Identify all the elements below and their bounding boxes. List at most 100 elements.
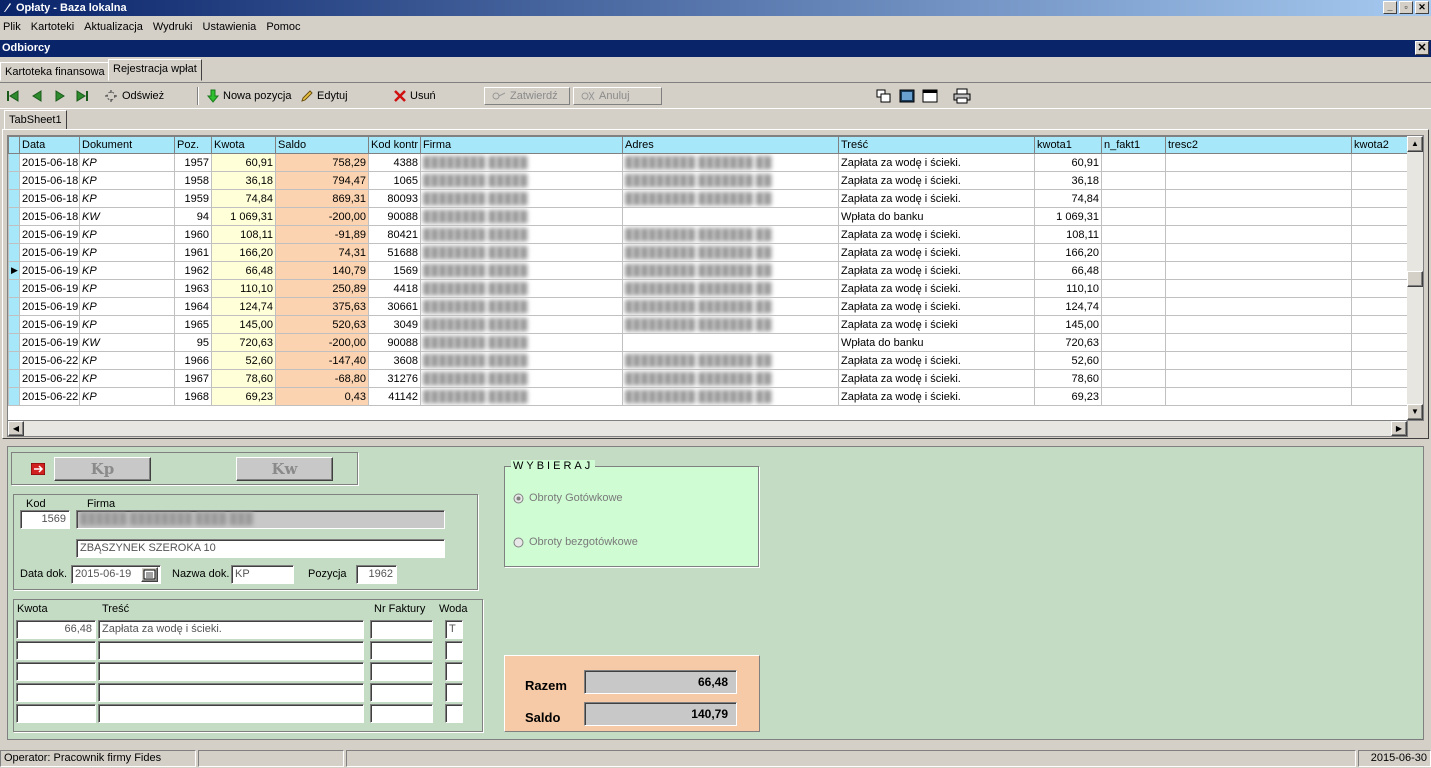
cell-tresc[interactable]: Zapłata za wodę i ścieki.	[838, 351, 1035, 370]
cell-data[interactable]: 2015-06-18	[19, 153, 80, 172]
cell-kwota1[interactable]: 145,00	[1034, 315, 1102, 334]
cell-tresc[interactable]: Wpłata do banku	[838, 333, 1035, 352]
row-indicator[interactable]	[8, 153, 20, 172]
col-header-saldo[interactable]: Saldo	[275, 136, 369, 154]
kp-button[interactable]: Kp	[54, 457, 151, 481]
cell-poz[interactable]: 95	[174, 333, 212, 352]
cell-firma[interactable]: ████████ █████	[420, 333, 623, 352]
cell-tresc[interactable]: Zapłata za wodę i ścieki	[838, 315, 1035, 334]
cell-poz[interactable]: 1957	[174, 153, 212, 172]
cell-adres[interactable]: █████████ ███████ ██	[622, 297, 839, 316]
cell-firma[interactable]: ████████ █████	[420, 225, 623, 244]
close-button[interactable]: ✕	[1415, 1, 1429, 14]
cell-saldo[interactable]: 520,63	[275, 315, 369, 334]
cell-kod-kontr[interactable]: 90088	[368, 207, 421, 226]
cell-adres[interactable]: █████████ ███████ ██	[622, 387, 839, 406]
cell-kwota[interactable]: 36,18	[211, 171, 276, 190]
cell-data[interactable]: 2015-06-18	[19, 171, 80, 190]
row-indicator[interactable]	[8, 171, 20, 190]
line-nr-faktury-field[interactable]	[370, 662, 433, 681]
table-row[interactable]: 2015-06-18 KP 1957 60,91 758,29 4388 ████████ …	[8, 153, 1410, 172]
minimize-button[interactable]: _	[1383, 1, 1397, 14]
row-indicator[interactable]	[8, 333, 20, 352]
row-indicator[interactable]	[8, 225, 20, 244]
cell-firma[interactable]: ████████ █████	[420, 279, 623, 298]
cell-adres[interactable]: █████████ ███████ ██	[622, 351, 839, 370]
cell-saldo[interactable]: -200,00	[275, 207, 369, 226]
table-row[interactable]: 2015-06-22 KP 1968 69,23 0,43 41142 ████████ █…	[8, 387, 1410, 406]
cell-n-fakt1[interactable]	[1101, 171, 1166, 190]
cell-saldo[interactable]: 375,63	[275, 297, 369, 316]
cell-adres[interactable]: █████████ ███████ ██	[622, 243, 839, 262]
row-indicator[interactable]	[8, 351, 20, 370]
cell-kwota2[interactable]	[1351, 261, 1410, 280]
cell-firma[interactable]: ████████ █████	[420, 261, 623, 280]
line-nr-faktury-field[interactable]	[370, 620, 433, 639]
table-row[interactable]: 2015-06-22 KP 1966 52,60 -147,40 3608 ████████…	[8, 351, 1410, 370]
cancel-button[interactable]: Anuluj	[573, 87, 662, 105]
cell-tresc[interactable]: Zapłata za wodę i ścieki.	[838, 225, 1035, 244]
line-woda-field[interactable]	[445, 662, 463, 681]
cell-n-fakt1[interactable]	[1101, 369, 1166, 388]
cell-dokument[interactable]: KP	[79, 315, 175, 334]
cell-n-fakt1[interactable]	[1101, 189, 1166, 208]
child-close-button[interactable]: ✕	[1415, 41, 1429, 55]
cell-data[interactable]: 2015-06-19	[19, 279, 80, 298]
cell-kod-kontr[interactable]: 80421	[368, 225, 421, 244]
cell-kwota2[interactable]	[1351, 315, 1410, 334]
cell-n-fakt1[interactable]	[1101, 243, 1166, 262]
kod-field[interactable]: 1569	[20, 510, 70, 529]
print-button[interactable]	[953, 87, 971, 105]
nav-first-button[interactable]	[6, 87, 20, 105]
cell-adres[interactable]: █████████ ███████ ██	[622, 171, 839, 190]
cell-kwota2[interactable]	[1351, 333, 1410, 352]
cell-firma[interactable]: ████████ █████	[420, 297, 623, 316]
cell-adres[interactable]: █████████ ███████ ██	[622, 369, 839, 388]
cell-adres[interactable]: █████████ ███████ ██	[622, 189, 839, 208]
cell-adres[interactable]	[622, 207, 839, 226]
cell-poz[interactable]: 1961	[174, 243, 212, 262]
cell-firma[interactable]: ████████ █████	[420, 189, 623, 208]
scroll-right-arrow-icon[interactable]: ▶	[1391, 421, 1407, 436]
cell-poz[interactable]: 1966	[174, 351, 212, 370]
col-header-kwota1[interactable]: kwota1	[1034, 136, 1102, 154]
cell-data[interactable]: 2015-06-19	[19, 333, 80, 352]
cell-poz[interactable]: 1967	[174, 369, 212, 388]
cell-tresc2[interactable]	[1165, 171, 1352, 190]
line-kwota-field[interactable]	[16, 704, 96, 723]
cell-saldo[interactable]: 140,79	[275, 261, 369, 280]
scroll-up-arrow-icon[interactable]: ▲	[1407, 136, 1423, 152]
cell-tresc[interactable]: Zapłata za wodę i ścieki.	[838, 297, 1035, 316]
cell-kwota1[interactable]: 74,84	[1034, 189, 1102, 208]
cell-saldo[interactable]: -147,40	[275, 351, 369, 370]
refresh-button[interactable]: Odśwież	[103, 87, 164, 105]
cell-kwota2[interactable]	[1351, 243, 1410, 262]
cell-n-fakt1[interactable]	[1101, 297, 1166, 316]
cell-kwota2[interactable]	[1351, 387, 1410, 406]
table-row[interactable]: 2015-06-19 KP 1963 110,10 250,89 4418 ████████…	[8, 279, 1410, 298]
table-row[interactable]: 2015-06-19 KP 1961 166,20 74,31 51688 ████████…	[8, 243, 1410, 262]
cell-data[interactable]: 2015-06-19	[19, 243, 80, 262]
menu-ustawienia[interactable]: Ustawienia	[200, 17, 261, 37]
cell-kwota[interactable]: 110,10	[211, 279, 276, 298]
cell-tresc[interactable]: Zapłata za wodę i ścieki.	[838, 279, 1035, 298]
line-nr-faktury-field[interactable]	[370, 704, 433, 723]
cell-dokument[interactable]: KP	[79, 351, 175, 370]
cell-kwota[interactable]: 1 069,31	[211, 207, 276, 226]
cell-tresc[interactable]: Zapłata za wodę i ścieki.	[838, 387, 1035, 406]
cell-kwota1[interactable]: 1 069,31	[1034, 207, 1102, 226]
cell-firma[interactable]: ████████ █████	[420, 387, 623, 406]
col-header-poz[interactable]: Poz.	[174, 136, 212, 154]
cell-kwota[interactable]: 145,00	[211, 315, 276, 334]
cell-data[interactable]: 2015-06-19	[19, 297, 80, 316]
table-row[interactable]: ▶ 2015-06-19 KP 1962 66,48 140,79 1569 ████████…	[8, 261, 1410, 280]
row-indicator[interactable]	[8, 315, 20, 334]
cell-kod-kontr[interactable]: 51688	[368, 243, 421, 262]
cell-dokument[interactable]: KP	[79, 261, 175, 280]
cell-dokument[interactable]: KP	[79, 279, 175, 298]
cell-kwota[interactable]: 166,20	[211, 243, 276, 262]
cell-dokument[interactable]: KW	[79, 207, 175, 226]
cell-kwota[interactable]: 74,84	[211, 189, 276, 208]
line-woda-field[interactable]	[445, 683, 463, 702]
cell-n-fakt1[interactable]	[1101, 207, 1166, 226]
